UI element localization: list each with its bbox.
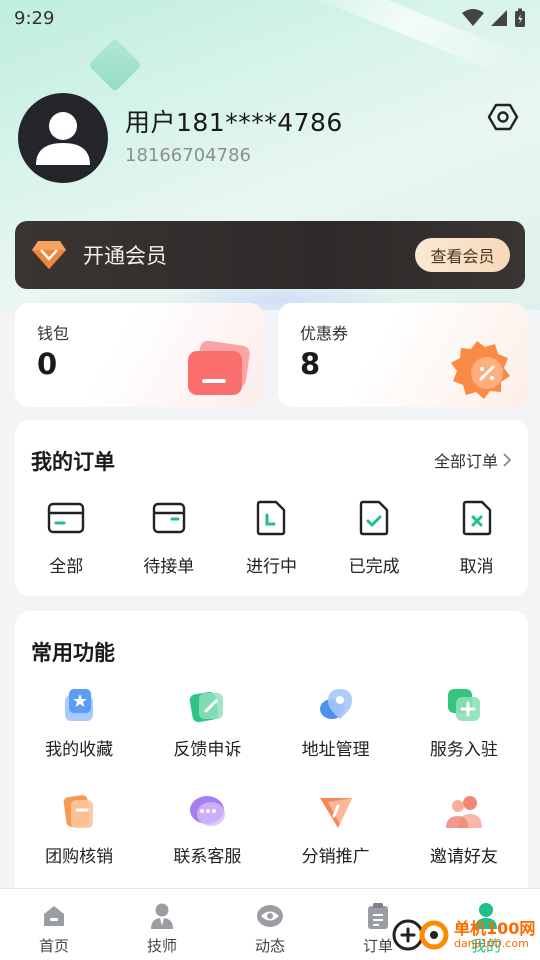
nav-technician[interactable]: 技师 — [108, 889, 216, 960]
feature-feedback[interactable]: 反馈申诉 — [143, 685, 271, 792]
nav-label: 技师 — [146, 937, 177, 955]
diamond-icon — [31, 237, 67, 273]
battery-icon — [515, 8, 525, 27]
edit-icon — [187, 685, 227, 725]
order-item-label: 取消 — [459, 557, 494, 577]
order-pending[interactable]: 待接单 — [118, 498, 221, 577]
feature-label: 我的收藏 — [45, 740, 114, 760]
signal-icon — [491, 10, 507, 26]
friends-icon — [444, 792, 484, 832]
orders-title: 我的订单 — [31, 450, 115, 474]
eye-icon — [255, 901, 285, 931]
order-item-label: 待接单 — [143, 557, 195, 577]
watermark-en: danji100.com — [454, 936, 529, 950]
feature-label: 团购核销 — [45, 847, 114, 867]
settings-button[interactable] — [486, 100, 520, 134]
wallet-balance: 0 — [37, 347, 58, 381]
nav-label: 订单 — [362, 937, 393, 955]
star-icon — [59, 685, 99, 725]
watermark-text: 单机100网 danji100.com — [454, 918, 536, 950]
order-all[interactable]: 全部 — [15, 498, 118, 577]
order-in-progress[interactable]: 进行中 — [220, 498, 323, 577]
user-avatar-icon — [36, 112, 90, 165]
wallet-title: 钱包 — [37, 324, 70, 343]
all-orders-link[interactable]: 全部订单 — [434, 448, 512, 472]
all-orders-label: 全部订单 — [433, 452, 498, 471]
technician-icon — [147, 901, 177, 931]
doc-progress-icon — [251, 498, 291, 538]
box-icon — [149, 498, 189, 538]
coupon-card[interactable]: 优惠券 8 — [278, 303, 527, 407]
coupon-icon — [451, 341, 510, 399]
features-title: 常用功能 — [31, 641, 115, 665]
card-icon — [46, 498, 86, 538]
nav-activity[interactable]: 动态 — [216, 889, 324, 960]
common-features-section: 常用功能 我的收藏 反馈申诉 地址管理 服务入驻 团购核销 联系客服 分销推广 … — [15, 611, 528, 901]
feature-label: 分销推广 — [301, 847, 370, 867]
my-orders-section: 我的订单 全部订单 全部 待接单 进行中 已完成 取消 — [15, 420, 528, 596]
status-time: 9:29 — [14, 7, 55, 29]
vip-banner[interactable]: 开通会员 查看会员 — [15, 221, 525, 289]
feature-favorites[interactable]: 我的收藏 — [15, 685, 143, 792]
coupon-count: 8 — [300, 347, 321, 381]
order-item-label: 全部 — [49, 557, 84, 577]
feature-groupbuy-verify[interactable]: 团购核销 — [15, 792, 143, 899]
feature-label: 地址管理 — [301, 740, 370, 760]
site-watermark: 单机100网 danji100.com — [390, 918, 535, 952]
wallet-card[interactable]: 钱包 0 — [15, 303, 264, 407]
feature-customer-service[interactable]: 联系客服 — [143, 792, 271, 899]
vip-label: 开通会员 — [83, 244, 167, 268]
view-membership-button[interactable]: 查看会员 — [415, 238, 510, 272]
nav-label: 首页 — [38, 937, 69, 955]
feature-invite-friends[interactable]: 邀请好友 — [400, 792, 528, 899]
user-name: 用户181****4786 — [125, 108, 343, 137]
feature-label: 反馈申诉 — [173, 740, 242, 760]
feature-label: 服务入驻 — [429, 740, 498, 760]
settings-hex-icon — [487, 103, 519, 131]
feature-service-join[interactable]: 服务入驻 — [400, 685, 528, 792]
wifi-icon — [462, 9, 484, 26]
share-icon — [316, 792, 356, 832]
order-item-label: 已完成 — [348, 557, 400, 577]
avatar[interactable] — [18, 93, 108, 183]
clipboard-icon — [363, 901, 393, 931]
nav-label: 动态 — [254, 937, 285, 955]
status-icons — [462, 8, 526, 28]
decor-crystal — [88, 38, 142, 92]
ticket-icon — [59, 792, 99, 832]
nav-home[interactable]: 首页 — [0, 889, 108, 960]
watermark-cn: 单机100网 — [454, 918, 536, 938]
coupon-title: 优惠券 — [300, 324, 349, 343]
feature-grid: 我的收藏 反馈申诉 地址管理 服务入驻 团购核销 联系客服 分销推广 邀请好友 — [15, 685, 528, 899]
feature-label: 联系客服 — [173, 847, 242, 867]
doc-cancel-icon — [457, 498, 497, 538]
feature-distribution[interactable]: 分销推广 — [272, 792, 400, 899]
chat-icon — [187, 792, 227, 832]
home-icon — [39, 901, 69, 931]
user-phone: 18166704786 — [125, 145, 251, 166]
chevron-right-icon — [503, 453, 512, 467]
order-cancelled[interactable]: 取消 — [425, 498, 528, 577]
plus-icon — [444, 685, 484, 725]
feature-address[interactable]: 地址管理 — [272, 685, 400, 792]
order-item-label: 进行中 — [245, 557, 297, 577]
order-status-row: 全部 待接单 进行中 已完成 取消 — [15, 498, 528, 577]
doc-check-icon — [354, 498, 394, 538]
wallet-icon — [188, 340, 250, 395]
status-bar: 9:29 — [0, 0, 540, 36]
feature-label: 邀请好友 — [429, 847, 498, 867]
watermark-logo-icon — [392, 919, 449, 951]
location-icon — [316, 685, 356, 725]
order-completed[interactable]: 已完成 — [323, 498, 426, 577]
